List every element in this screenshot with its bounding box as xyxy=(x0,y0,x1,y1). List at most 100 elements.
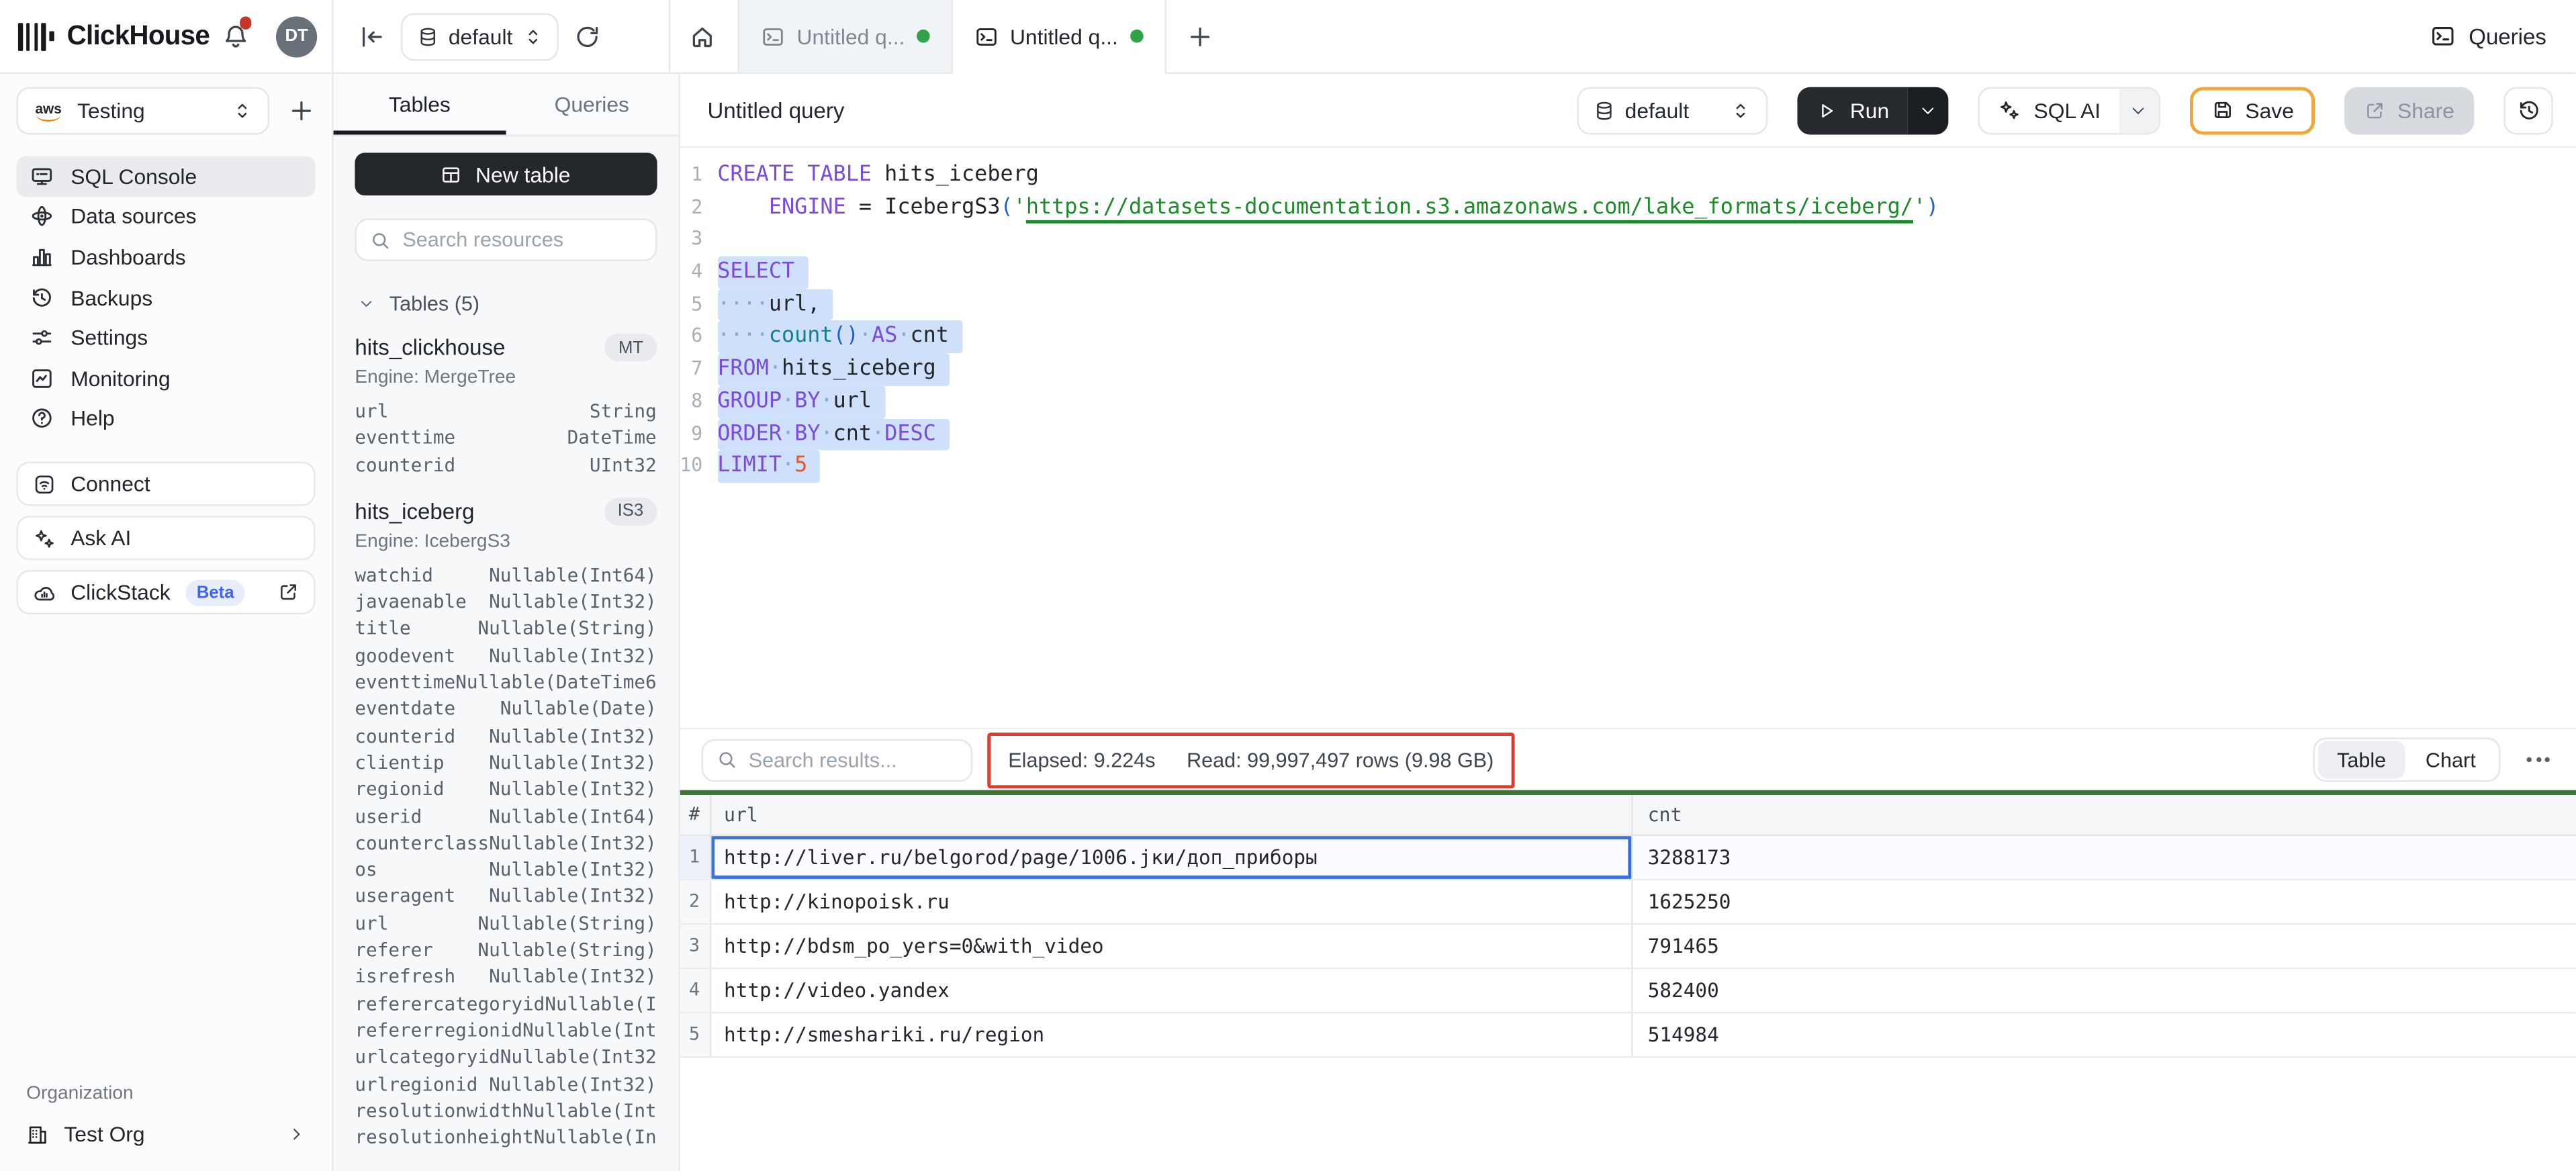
column-row[interactable]: isrefreshNullable(Int32) xyxy=(355,965,656,992)
column-row[interactable]: urlcategoryidNullable(Int32 xyxy=(355,1045,656,1072)
logo-section: ClickHouse DT xyxy=(0,0,334,73)
chart-view-button[interactable]: Chart xyxy=(2406,741,2496,778)
tab-tables[interactable]: Tables xyxy=(334,74,506,135)
column-row[interactable]: titleNullable(String) xyxy=(355,617,656,644)
elapsed-stat: Elapsed: 9.224s xyxy=(1008,748,1155,771)
sidebar-item-monitoring[interactable]: Monitoring xyxy=(16,358,315,398)
column-row[interactable]: eventtimeNullable(DateTime6 xyxy=(355,670,656,697)
result-row-5[interactable]: 5http://smeshariki.ru/region514984 xyxy=(680,1013,2576,1057)
result-cnt-cell[interactable]: 514984 xyxy=(1633,1013,2576,1056)
result-cnt-cell[interactable]: 3288173 xyxy=(1633,835,2576,878)
result-url-cell[interactable]: http://kinopoisk.ru xyxy=(710,880,1632,923)
result-url-cell[interactable]: http://liver.ru/belgorod/page/1006.jки/д… xyxy=(710,835,1632,878)
column-row[interactable]: urlString xyxy=(355,399,656,426)
result-url-cell[interactable]: http://smeshariki.ru/region xyxy=(710,1013,1632,1056)
tables-group-toggle[interactable]: Tables (5) xyxy=(358,292,656,315)
sql-editor[interactable]: 1CREATE TABLE hits_iceberg2 ENGINE = Ice… xyxy=(680,148,2576,729)
query-history-button[interactable] xyxy=(2503,86,2552,134)
sidebar-item-dashboards[interactable]: Dashboards xyxy=(16,237,315,277)
result-cnt-cell[interactable]: 791465 xyxy=(1633,924,2576,967)
query-title: Untitled query xyxy=(708,98,845,123)
result-cnt-cell[interactable]: 1625250 xyxy=(1633,880,2576,923)
result-row-2[interactable]: 2http://kinopoisk.ru1625250 xyxy=(680,880,2576,924)
sidebar-action-connect[interactable]: Connect xyxy=(16,462,315,506)
save-button[interactable]: Save xyxy=(2189,86,2315,134)
refresh-icon[interactable] xyxy=(573,22,602,50)
main-area: Untitled query default Run xyxy=(680,74,2576,1171)
column-row[interactable]: useridNullable(Int64) xyxy=(355,804,656,831)
table-name-row[interactable]: hits_icebergIS3 xyxy=(355,498,656,526)
column-row[interactable]: osNullable(Int32) xyxy=(355,857,656,884)
tab-untitled-query-1[interactable]: Untitled q... xyxy=(737,0,952,73)
run-button[interactable]: Run xyxy=(1798,86,1949,134)
sidebar-item-settings[interactable]: Settings xyxy=(16,318,315,358)
avatar[interactable]: DT xyxy=(276,15,317,56)
column-row[interactable]: counteridNullable(Int32) xyxy=(355,724,656,751)
home-icon[interactable] xyxy=(688,22,717,50)
result-cnt-cell[interactable]: 582400 xyxy=(1633,968,2576,1011)
table-view-button[interactable]: Table xyxy=(2317,741,2406,778)
queries-button[interactable]: Queries xyxy=(2430,23,2546,49)
search-results-input[interactable] xyxy=(749,748,958,771)
column-row[interactable]: eventtimeDateTime xyxy=(355,426,656,453)
tab-queries[interactable]: Queries xyxy=(506,74,678,135)
organization-test-org[interactable]: Test Org xyxy=(16,1122,315,1147)
result-url-cell[interactable]: http://bdsm_po_yers=0&with_video xyxy=(710,924,1632,967)
sidebar-item-sql-console[interactable]: SQL Console xyxy=(16,156,315,196)
column-row[interactable]: counterclassNullable(Int32) xyxy=(355,831,656,858)
add-service-plus-icon[interactable] xyxy=(287,97,316,125)
new-tab-plus-icon[interactable] xyxy=(1186,22,1214,50)
line-number: 9 xyxy=(680,418,717,451)
line-number: 2 xyxy=(680,191,717,224)
service-selector[interactable]: aws Testing xyxy=(16,87,269,135)
column-row[interactable]: goodeventNullable(Int32) xyxy=(355,643,656,670)
sidebar-item-backups[interactable]: Backups xyxy=(16,277,315,318)
engine-badge: MT xyxy=(605,334,656,362)
column-row[interactable]: resolutionwidthNullable(Int xyxy=(355,1098,656,1125)
share-button[interactable]: Share xyxy=(2345,86,2475,134)
column-row[interactable]: useragentNullable(Int32) xyxy=(355,884,656,911)
tab-untitled-query-2[interactable]: Untitled q... xyxy=(952,0,1166,73)
sidebar-action-clickstack[interactable]: ClickStackBeta xyxy=(16,570,315,614)
column-row[interactable]: urlregionidNullable(Int32) xyxy=(355,1072,656,1098)
table-grid-icon xyxy=(441,163,463,185)
result-row-1[interactable]: 1http://liver.ru/belgorod/page/1006.jки/… xyxy=(680,835,2576,880)
table-name-row[interactable]: hits_clickhouseMT xyxy=(355,334,656,362)
sql-ai-button[interactable]: SQL AI xyxy=(1978,86,2160,134)
line-number: 5 xyxy=(680,289,717,321)
column-row[interactable]: watchidNullable(Int64) xyxy=(355,563,656,590)
col-header-index[interactable]: # xyxy=(680,794,710,834)
more-options-icon[interactable] xyxy=(2527,757,2550,762)
column-row[interactable]: regionidNullable(Int32) xyxy=(355,778,656,804)
collapse-panel-icon[interactable] xyxy=(358,22,386,50)
col-header-url[interactable]: url xyxy=(710,794,1632,834)
chevron-updown-icon xyxy=(1730,99,1751,121)
sql-ai-options-chevron[interactable] xyxy=(2119,88,2158,132)
result-url-cell[interactable]: http://video.yandex xyxy=(710,968,1632,1011)
editor-database-selector[interactable]: default xyxy=(1577,86,1768,134)
result-row-3[interactable]: 3http://bdsm_po_yers=0&with_video791465 xyxy=(680,924,2576,968)
play-icon xyxy=(1815,99,1837,121)
result-row-4[interactable]: 4http://video.yandex582400 xyxy=(680,968,2576,1013)
new-table-button[interactable]: New table xyxy=(355,153,656,196)
topbar-database-selector[interactable]: default xyxy=(401,12,559,60)
column-row[interactable]: refererNullable(String) xyxy=(355,938,656,965)
col-header-cnt[interactable]: cnt xyxy=(1633,794,2576,834)
search-resources-input[interactable] xyxy=(402,228,641,251)
column-row[interactable]: clientipNullable(Int32) xyxy=(355,751,656,778)
sidebar-item-help[interactable]: Help xyxy=(16,398,315,438)
results-table: #urlcnt1http://liver.ru/belgorod/page/10… xyxy=(680,794,2576,1057)
column-row[interactable]: urlNullable(String) xyxy=(355,911,656,938)
column-row[interactable]: refererregionidNullable(Int xyxy=(355,1019,656,1045)
tables-panel: Tables Queries New table Tables (5) hits… xyxy=(334,74,680,1171)
column-row[interactable]: eventdateNullable(Date) xyxy=(355,697,656,724)
chevron-down-icon xyxy=(2129,101,2148,119)
run-options-chevron[interactable] xyxy=(1907,86,1948,134)
sidebar-action-ask-ai[interactable]: Ask AI xyxy=(16,516,315,561)
column-row[interactable]: counteridUInt32 xyxy=(355,453,656,479)
column-row[interactable]: referercategoryidNullable(I xyxy=(355,992,656,1019)
column-row[interactable]: javaenableNullable(Int32) xyxy=(355,590,656,617)
orbit-icon xyxy=(30,204,54,229)
sidebar-item-data-sources[interactable]: Data sources xyxy=(16,197,315,237)
column-row[interactable]: resolutionheightNullable(In xyxy=(355,1125,656,1152)
